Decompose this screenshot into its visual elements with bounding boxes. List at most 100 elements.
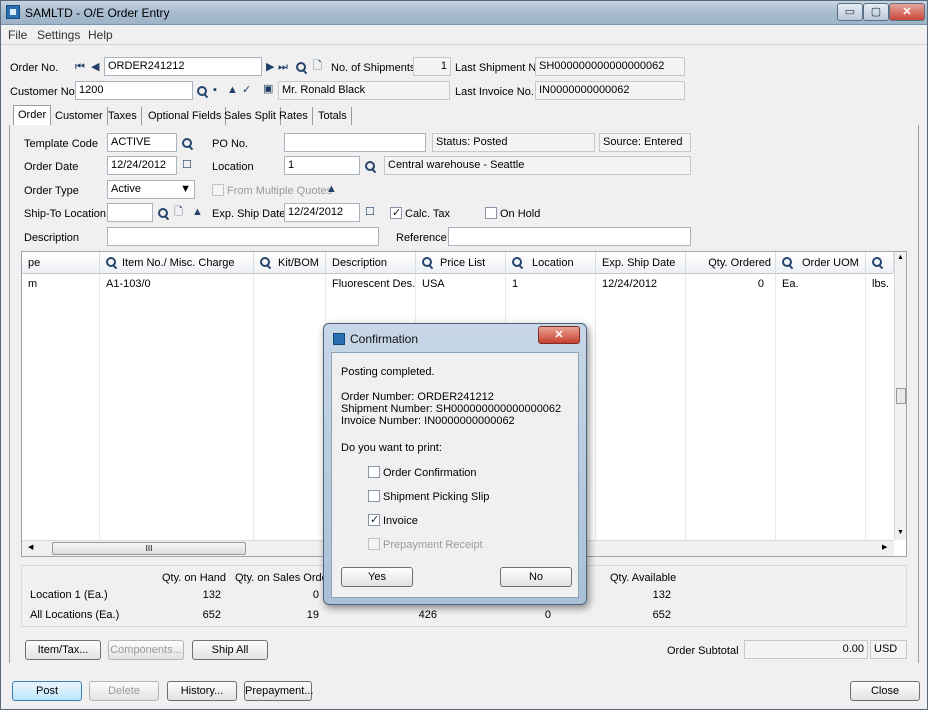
search-icon[interactable]	[296, 62, 307, 73]
grid-column-qty-ordered[interactable]: Qty. Ordered	[686, 252, 776, 274]
calendar-icon[interactable]: ☐	[182, 159, 192, 171]
grid-column-item-no[interactable]: Item No./ Misc. Charge	[100, 252, 254, 274]
menu-file[interactable]: File	[8, 28, 27, 42]
close-button[interactable]: Close	[850, 681, 920, 701]
order-confirmation-checkbox[interactable]	[368, 466, 380, 478]
calendar-icon[interactable]: ☐	[365, 206, 375, 218]
tab-totals[interactable]: Totals	[314, 107, 352, 126]
grid-column-type[interactable]: pe	[22, 252, 100, 274]
tab-rates[interactable]: Rates	[275, 107, 313, 126]
main-window: SAMLTD - O/E Order Entry ▭ ▢ ✕ File Sett…	[0, 0, 928, 710]
new-document-icon[interactable]: 🗋	[174, 206, 183, 218]
document-icon[interactable]: ▪	[213, 84, 217, 96]
po-no-field[interactable]	[284, 133, 426, 152]
cell-price-list: USA	[422, 278, 445, 290]
dialog-order-number: Order Number: ORDER241212	[341, 391, 494, 403]
tab-taxes[interactable]: Taxes	[104, 107, 142, 126]
maximize-button[interactable]: ▢	[863, 3, 889, 21]
grid-column-exp-ship-date[interactable]: Exp. Ship Date	[596, 252, 686, 274]
first-record-icon[interactable]: ⏮	[75, 61, 85, 73]
post-button[interactable]: Post	[12, 681, 82, 701]
history-button[interactable]: History...	[167, 681, 237, 701]
new-document-icon[interactable]: 🗋	[313, 60, 322, 72]
qty-available-header: Qty. Available	[610, 572, 677, 584]
confirmation-dialog: Confirmation ✕ Posting completed. Order …	[323, 323, 587, 605]
scroll-right-icon[interactable]: ▶	[882, 543, 887, 551]
customer-search-icon[interactable]	[197, 86, 208, 97]
next-record-icon[interactable]: ▶	[266, 61, 274, 73]
scroll-down-icon[interactable]: ▼	[897, 529, 904, 536]
previous-record-icon[interactable]: ◀	[91, 61, 99, 73]
last-shipment-label: Last Shipment No.	[455, 62, 546, 74]
minimize-button[interactable]: ▭	[837, 3, 863, 21]
scroll-left-icon[interactable]: ◀	[28, 543, 33, 551]
options-icon[interactable]: ▣	[263, 83, 273, 95]
kit-search-icon[interactable]	[260, 257, 271, 268]
order-no-field[interactable]: ORDER241212	[104, 57, 262, 76]
order-type-select[interactable]: Active ▼	[107, 180, 195, 199]
customer-name-field: Mr. Ronald Black	[278, 81, 450, 100]
menu-help[interactable]: Help	[88, 28, 113, 42]
components-button[interactable]: Components...	[108, 640, 184, 660]
all-available-value: 652	[652, 609, 671, 621]
ship-to-search-icon[interactable]	[158, 208, 169, 219]
dialog-body: Posting completed. Order Number: ORDER24…	[331, 352, 579, 598]
no-button[interactable]: No	[500, 567, 572, 587]
collapse-icon[interactable]: ▲	[326, 183, 337, 195]
description-field[interactable]	[107, 227, 379, 246]
invoice-checkbox[interactable]	[368, 513, 380, 526]
collapse-icon[interactable]: ▲	[227, 84, 238, 96]
all-locations-label: All Locations (Ea.)	[30, 609, 120, 621]
cell-exp-ship-date: 12/24/2012	[602, 278, 658, 290]
close-window-button[interactable]: ✕	[889, 3, 925, 21]
ship-to-field[interactable]	[107, 203, 153, 222]
grid-column-description[interactable]: Description	[326, 252, 416, 274]
location-field[interactable]: 1	[284, 156, 360, 175]
reference-field[interactable]	[448, 227, 691, 246]
weight-search-icon[interactable]	[872, 257, 883, 268]
uom-search-icon[interactable]	[782, 257, 793, 268]
menu-settings[interactable]: Settings	[37, 28, 80, 42]
template-code-field[interactable]: ACTIVE	[107, 133, 177, 152]
location-search-icon[interactable]	[512, 257, 523, 268]
ship-all-button[interactable]: Ship All	[192, 640, 268, 660]
order-date-field[interactable]: 12/24/2012	[107, 156, 177, 175]
vertical-scroll-thumb[interactable]	[896, 388, 906, 404]
template-code-label: Template Code	[24, 138, 98, 150]
from-multiple-quotes-checkbox[interactable]	[212, 184, 224, 196]
window-title: SAMLTD - O/E Order Entry	[25, 6, 170, 20]
calc-tax-checkbox[interactable]	[390, 206, 402, 219]
yes-button[interactable]: Yes	[341, 567, 413, 587]
on-hold-checkbox[interactable]	[485, 207, 497, 219]
tab-optional-fields[interactable]: Optional Fields	[144, 107, 227, 126]
tab-order[interactable]: Order	[13, 105, 52, 126]
check-credit-icon[interactable]: ✓	[242, 84, 251, 96]
location-search-icon[interactable]	[365, 161, 376, 172]
location-description: Central warehouse - Seattle	[384, 156, 691, 175]
horizontal-scroll-thumb[interactable]: III	[52, 542, 246, 555]
customer-no-field[interactable]: 1200	[75, 81, 193, 100]
ship-to-label: Ship-To Location	[24, 208, 106, 220]
delete-button[interactable]: Delete	[89, 681, 159, 701]
price-list-search-icon[interactable]	[422, 257, 433, 268]
collapse-icon[interactable]: ▲	[192, 206, 203, 218]
dialog-message: Posting completed.	[341, 366, 435, 378]
grid-divider	[685, 274, 686, 540]
vertical-scrollbar[interactable]: ▲ ▼	[894, 252, 906, 540]
all-column3-value: 426	[418, 609, 437, 621]
template-search-icon[interactable]	[182, 138, 193, 149]
invoice-label: Invoice	[383, 515, 418, 527]
exp-ship-date-field[interactable]: 12/24/2012	[284, 203, 360, 222]
item-tax-button[interactable]: Item/Tax...	[25, 640, 101, 660]
last-record-icon[interactable]: ⏭	[278, 61, 288, 73]
tab-customer[interactable]: Customer	[51, 107, 108, 126]
shipment-picking-slip-checkbox[interactable]	[368, 490, 380, 502]
dialog-close-button[interactable]: ✕	[538, 326, 580, 344]
item-search-icon[interactable]	[106, 257, 117, 268]
prepayment-button[interactable]: Prepayment...	[244, 681, 313, 701]
scroll-up-icon[interactable]: ▲	[897, 254, 904, 261]
grid-divider	[253, 274, 254, 540]
tab-sales-split[interactable]: Sales Split	[220, 107, 281, 126]
prepayment-receipt-checkbox[interactable]	[368, 538, 380, 550]
currency-field: USD	[870, 640, 907, 659]
